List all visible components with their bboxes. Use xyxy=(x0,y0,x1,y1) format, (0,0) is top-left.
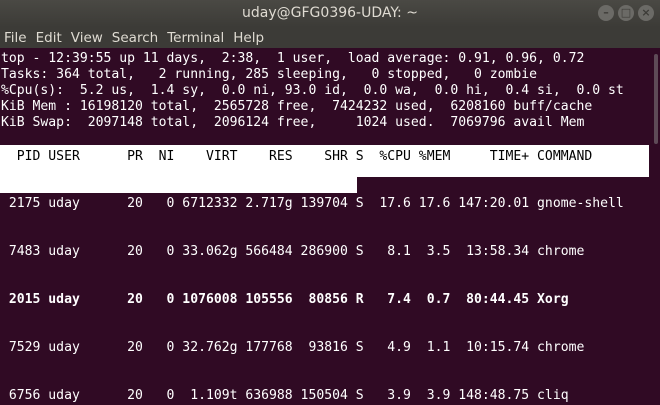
menu-bar: File Edit View Search Terminal Help xyxy=(0,27,660,48)
menu-edit[interactable]: Edit xyxy=(36,30,62,46)
table-row: 7529 uday 20 0 32.762g 177768 93816 S 4.… xyxy=(1,340,585,355)
table-row: 2015 uday 20 0 1076008 105556 80856 R 7.… xyxy=(1,292,569,307)
menu-help[interactable]: Help xyxy=(233,30,264,46)
top-cpu-line: %Cpu(s): 5.2 us, 1.4 sy, 0.0 ni, 93.0 id… xyxy=(1,83,624,98)
window-titlebar[interactable]: uday@GFG0396-UDAY: ~ – □ × xyxy=(0,0,660,27)
terminal-scrollbar[interactable] xyxy=(652,48,660,405)
header-highlight-tail xyxy=(0,177,357,193)
minimize-icon[interactable]: – xyxy=(598,5,614,21)
menu-terminal[interactable]: Terminal xyxy=(167,30,224,46)
process-table-header: PID USER PR NI VIRT RES SHR S %CPU %MEM … xyxy=(1,149,593,164)
window-controls: – □ × xyxy=(598,5,654,21)
top-tasks-line: Tasks: 364 total, 2 running, 285 sleepin… xyxy=(1,67,538,82)
close-icon[interactable]: × xyxy=(638,5,654,21)
table-row: 6756 uday 20 0 1.109t 636988 150504 S 3.… xyxy=(1,388,569,403)
menu-file[interactable]: File xyxy=(4,30,27,46)
menu-view[interactable]: View xyxy=(71,30,103,46)
table-row: 2175 uday 20 0 6712332 2.717g 139704 S 1… xyxy=(1,196,624,211)
menu-search[interactable]: Search xyxy=(112,30,158,46)
window-title: uday@GFG0396-UDAY: ~ xyxy=(242,5,418,21)
top-swap-line: KiB Swap: 2097148 total, 2096124 free, 1… xyxy=(1,115,585,130)
scrollbar-thumb[interactable] xyxy=(654,54,658,144)
top-mem-line: KiB Mem : 16198120 total, 2565728 free, … xyxy=(1,99,593,114)
top-uptime-line: top - 12:39:55 up 11 days, 2:38, 1 user,… xyxy=(1,51,585,66)
table-row: 7483 uday 20 0 33.062g 566484 286900 S 8… xyxy=(1,244,585,259)
maximize-icon[interactable]: □ xyxy=(618,5,634,21)
